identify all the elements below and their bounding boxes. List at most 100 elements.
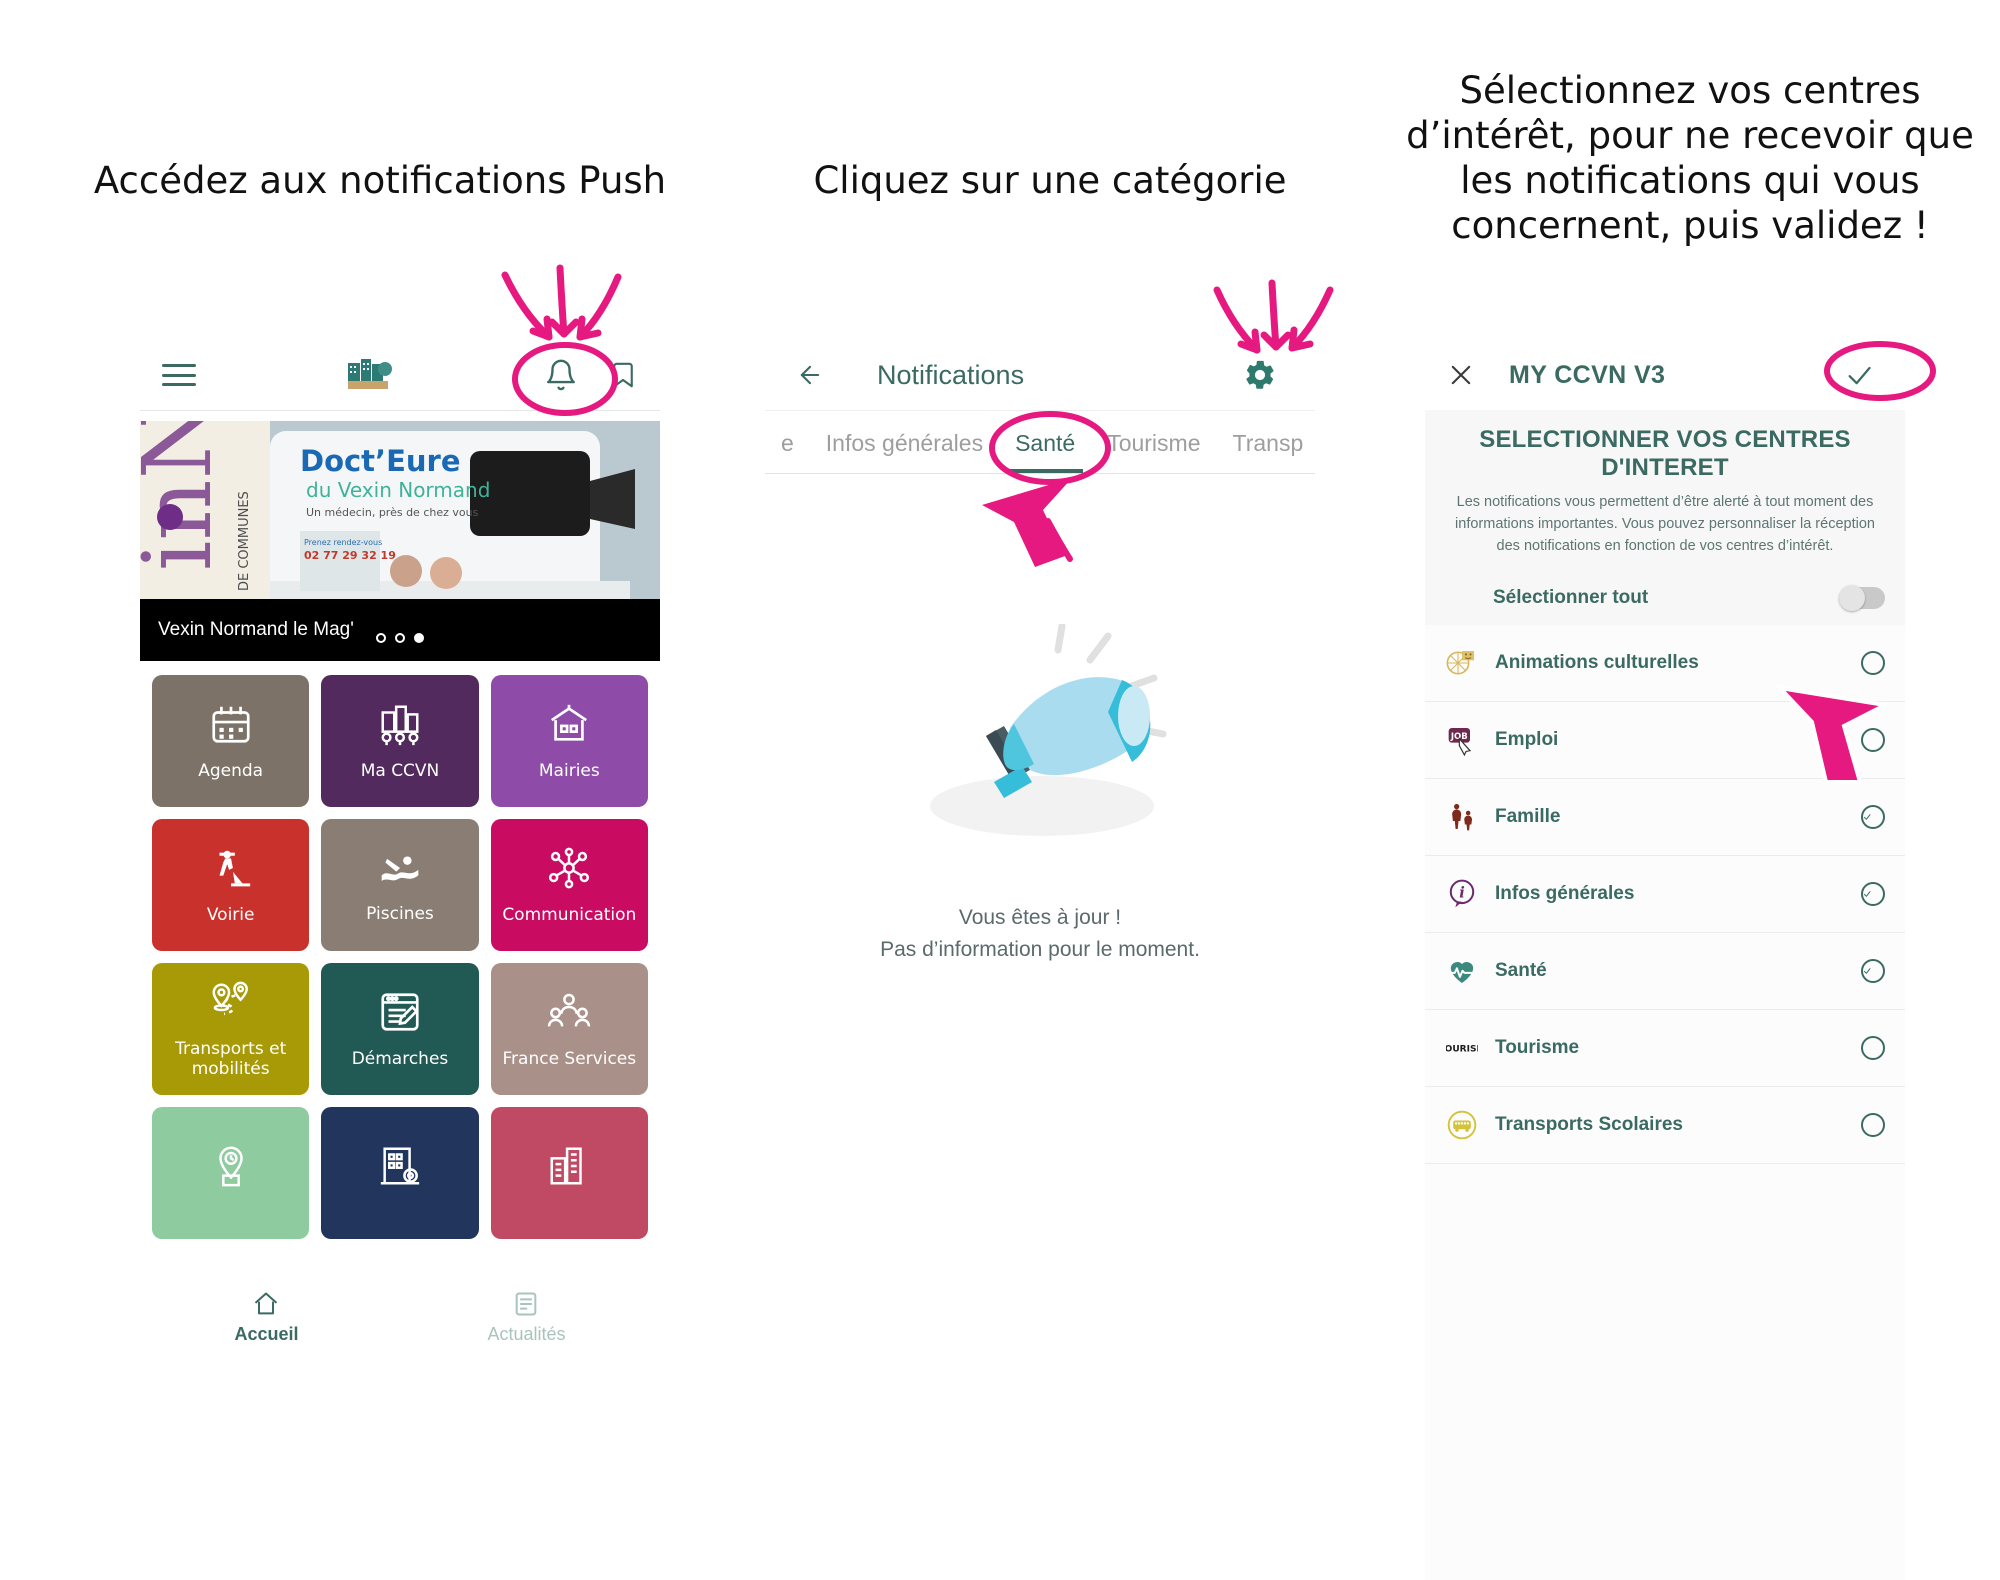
interest-row[interactable]: Santé bbox=[1425, 933, 1905, 1011]
select-all-label: Sélectionner tout bbox=[1493, 587, 1649, 609]
select-all-row[interactable]: Sélectionner tout bbox=[1425, 575, 1905, 626]
bookmark-icon[interactable] bbox=[608, 358, 638, 392]
interest-row[interactable]: i Infos générales bbox=[1425, 856, 1905, 934]
app-tile-label: Communication bbox=[502, 904, 637, 925]
empty-state: Vous êtes à jour ! Pas d’information pou… bbox=[765, 474, 1315, 965]
nav-item-actualites[interactable]: Actualités bbox=[487, 1290, 566, 1345]
carousel-dot-active[interactable] bbox=[414, 633, 424, 643]
family-icon bbox=[1445, 800, 1479, 834]
page-title: MY CCVN V3 bbox=[1509, 360, 1666, 389]
interest-list: Animations culturelles JOB Emploi Famille i I… bbox=[1425, 625, 1905, 1580]
select-all-toggle[interactable] bbox=[1839, 585, 1885, 612]
validate-check-icon[interactable] bbox=[1843, 361, 1875, 389]
home-appbar bbox=[140, 340, 660, 410]
app-tile-communication[interactable]: Communication bbox=[490, 819, 648, 951]
annotation-arrow bbox=[501, 271, 553, 341]
carousel-dot[interactable] bbox=[376, 633, 386, 643]
info-bubble-icon: i bbox=[1445, 877, 1479, 911]
home-icon bbox=[251, 1290, 281, 1318]
megaphone-illustration bbox=[930, 624, 1167, 836]
app-tile-label: Mairies bbox=[538, 760, 600, 781]
menu-icon[interactable] bbox=[162, 364, 196, 386]
interest-label: Infos générales bbox=[1495, 883, 1635, 905]
tab-sant-[interactable]: Santé bbox=[999, 430, 1091, 473]
app-tile-label: Ma CCVN bbox=[360, 760, 440, 781]
svg-text:02 77 29 32 19: 02 77 29 32 19 bbox=[304, 549, 396, 562]
interest-radio-selected[interactable] bbox=[1861, 882, 1885, 907]
app-tile-mairies[interactable]: Mairies bbox=[490, 675, 648, 807]
city-icon bbox=[376, 701, 424, 752]
app-tile-piscines[interactable]: Piscines bbox=[321, 819, 479, 951]
svg-text:Un médecin, près de chez vous: Un médecin, près de chez vous bbox=[306, 506, 479, 519]
theatre-masks-icon bbox=[1445, 646, 1479, 680]
app-tile-d-marches[interactable]: Démarches bbox=[321, 963, 479, 1095]
job-cursor-icon: JOB bbox=[1445, 723, 1479, 757]
empty-state-text: Vous êtes à jour ! Pas d’information pou… bbox=[880, 902, 1200, 965]
back-arrow-icon[interactable] bbox=[793, 361, 827, 389]
interest-row[interactable]: TOURISM Tourisme bbox=[1425, 1010, 1905, 1088]
tab-tourisme[interactable]: Tourisme bbox=[1091, 430, 1216, 473]
notifications-bell-icon[interactable] bbox=[544, 357, 578, 393]
settings-gear-icon[interactable] bbox=[1243, 358, 1277, 392]
app-tile[interactable] bbox=[490, 1107, 648, 1239]
phone-screen-home: inNorm DE COMMUNES Doct’Eure du Vexin No… bbox=[140, 340, 660, 1360]
interest-row[interactable]: Animations culturelles bbox=[1425, 625, 1905, 703]
interest-row[interactable]: Transports Scolaires bbox=[1425, 1087, 1905, 1165]
svg-text:TOURISM: TOURISM bbox=[1446, 1045, 1478, 1055]
phone-screen-interests: MY CCVN V3 SELECTIONNER VOS CENTRES D'IN… bbox=[1425, 340, 1905, 1580]
interests-appbar: MY CCVN V3 bbox=[1425, 340, 1905, 410]
ccvn-logo-icon bbox=[346, 355, 394, 395]
townhall-icon bbox=[546, 701, 592, 752]
app-tile-label: Transports et mobilités bbox=[175, 1038, 287, 1079]
hero-carousel[interactable]: inNorm DE COMMUNES Doct’Eure du Vexin No… bbox=[140, 421, 660, 661]
svg-text:Doct’Eure: Doct’Eure bbox=[300, 444, 461, 478]
interest-radio-unselected[interactable] bbox=[1861, 1113, 1885, 1138]
tourism-icon: TOURISM bbox=[1445, 1031, 1479, 1065]
app-tile[interactable] bbox=[152, 1107, 310, 1239]
news-icon bbox=[512, 1290, 540, 1318]
route-pin-icon bbox=[207, 979, 255, 1030]
tab-infos-g-n-rales[interactable]: Infos générales bbox=[810, 430, 999, 473]
close-icon[interactable] bbox=[1447, 361, 1475, 389]
interest-radio-unselected[interactable] bbox=[1861, 728, 1885, 753]
empty-line-1: Vous êtes à jour ! bbox=[958, 906, 1122, 929]
hero-title-text: Vexin Normand le Mag' bbox=[158, 619, 354, 640]
people-icon bbox=[545, 989, 593, 1040]
network-icon bbox=[546, 845, 592, 896]
interest-radio-selected[interactable] bbox=[1861, 805, 1885, 830]
interest-radio-unselected[interactable] bbox=[1861, 651, 1885, 676]
svg-text:Prenez rendez-vous: Prenez rendez-vous bbox=[304, 538, 382, 547]
app-tile-france-services[interactable]: France Services bbox=[490, 963, 648, 1095]
interest-row[interactable]: Famille bbox=[1425, 779, 1905, 857]
empty-line-2: Pas d’information pour le moment. bbox=[880, 937, 1200, 961]
building-icon bbox=[377, 1143, 423, 1194]
carousel-dots[interactable] bbox=[376, 633, 424, 643]
notifications-appbar: Notifications bbox=[765, 340, 1315, 410]
school-bus-icon bbox=[1445, 1108, 1479, 1142]
app-tile-label: Démarches bbox=[351, 1048, 449, 1069]
app-tile-voirie[interactable]: Voirie bbox=[152, 819, 310, 951]
carousel-dot[interactable] bbox=[395, 633, 405, 643]
app-tile-transports-et-mobilit-s[interactable]: Transports et mobilités bbox=[152, 963, 310, 1095]
category-tab-bar[interactable]: e Infos générales Santé Tourisme Transp bbox=[765, 410, 1315, 474]
interest-radio-unselected[interactable] bbox=[1861, 1036, 1885, 1061]
app-tile-grid: Agenda Ma CCVN Mairies Voirie Piscines Commun… bbox=[140, 661, 660, 1239]
calendar-icon bbox=[208, 701, 254, 752]
nav-label: Accueil bbox=[234, 1323, 299, 1344]
nav-item-accueil[interactable]: Accueil bbox=[234, 1290, 299, 1345]
interest-label: Tourisme bbox=[1495, 1037, 1580, 1059]
tab-transp[interactable]: Transp bbox=[1217, 430, 1316, 473]
app-tile[interactable] bbox=[321, 1107, 479, 1239]
app-tile-ma-ccvn[interactable]: Ma CCVN bbox=[321, 675, 479, 807]
page-title: Notifications bbox=[877, 359, 1025, 390]
tutorial-sheet: Accédez aux notifications Push Cliquez s… bbox=[0, 0, 2000, 1580]
svg-text:i: i bbox=[1459, 885, 1465, 902]
interest-label: Santé bbox=[1495, 960, 1547, 982]
interest-row[interactable]: JOB Emploi bbox=[1425, 702, 1905, 780]
bottom-navigation: Accueil Actualités bbox=[140, 1274, 660, 1360]
app-tile-label: Piscines bbox=[366, 903, 434, 924]
app-tile-agenda[interactable]: Agenda bbox=[152, 675, 310, 807]
tab-e[interactable]: e bbox=[765, 430, 810, 473]
interest-radio-selected[interactable] bbox=[1861, 959, 1885, 984]
nav-label: Actualités bbox=[487, 1323, 566, 1344]
